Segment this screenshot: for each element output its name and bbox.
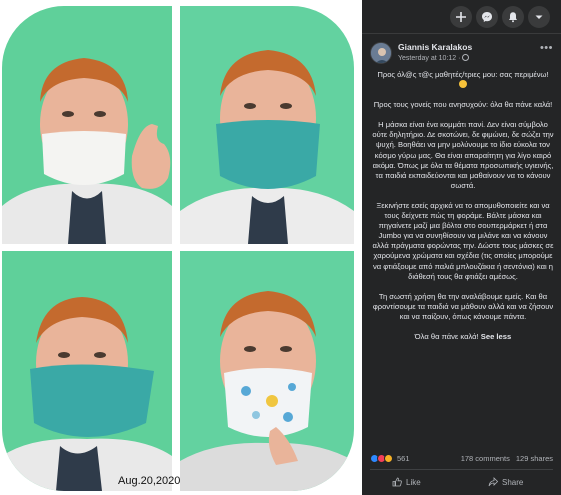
reactions-count[interactable]: 561 <box>397 454 410 463</box>
shares-count[interactable]: 129 shares <box>516 454 553 463</box>
photo-white-mask-thumbs-up[interactable] <box>2 6 172 244</box>
post-paragraph-4: Ξεκινήστε εσείς αρχικά να το απομυθοποιε… <box>372 200 554 281</box>
paragraph-text: Όλα θα πάνε καλά! <box>414 331 479 341</box>
like-button[interactable]: Like <box>392 473 421 491</box>
top-bar <box>362 0 561 34</box>
share-label: Share <box>502 477 524 487</box>
post-stats: 561 178 comments 129 shares <box>370 453 553 465</box>
post-paragraph-2: Προς τους γονείς που ανησυχούν: όλα θα π… <box>373 100 553 110</box>
photo-patterned-mask[interactable] <box>180 251 354 491</box>
post-paragraph-5: Τη σωστή χρήση θα την αναλάβουμε εμείς. … <box>372 291 554 321</box>
post-paragraph-6: Όλα θα πάνε καλά! See less <box>370 332 556 342</box>
share-button[interactable]: Share <box>488 473 523 491</box>
divider <box>370 469 553 470</box>
thumbs-up-icon <box>392 477 402 487</box>
care-reaction-icon[interactable] <box>384 454 393 463</box>
see-less-link[interactable]: See less <box>481 332 511 341</box>
avatar[interactable] <box>370 42 392 64</box>
post-paragraph-1: Προς όλ@ς τ@ς μαθητές/τριες μου: σας περ… <box>370 70 556 90</box>
post-time-text[interactable]: Yesterday at 10:12 · <box>398 55 460 62</box>
post-actions: Like Share <box>370 473 553 491</box>
chevron-down-icon[interactable] <box>528 6 550 28</box>
post-timestamp[interactable]: Yesterday at 10:12 · <box>398 54 470 62</box>
comments-shares: 178 comments 129 shares <box>461 454 553 463</box>
facebook-post-panel: Giannis Karalakos Yesterday at 10:12 · •… <box>362 0 561 495</box>
post-body: Προς όλ@ς τ@ς μαθητές/τριες μου: σας περ… <box>370 70 556 352</box>
photo-collage[interactable]: Aug.20,2020 <box>0 0 362 495</box>
photo-teal-mask-side[interactable] <box>2 251 172 491</box>
post-paragraph-3: Η μάσκα είναι ένα κομμάτι πανί. Δεν είνα… <box>372 120 554 190</box>
paragraph-text: Προς όλ@ς τ@ς μαθητές/τριες μου: σας περ… <box>377 70 549 79</box>
plus-icon[interactable] <box>450 6 472 28</box>
date-stamp: Aug.20,2020 <box>118 475 181 487</box>
photo-teal-mask-front[interactable] <box>180 6 354 244</box>
like-label: Like <box>406 477 421 487</box>
post-author[interactable]: Giannis Karalakos <box>398 42 472 52</box>
comments-count[interactable]: 178 comments <box>461 454 510 463</box>
post-header: Giannis Karalakos Yesterday at 10:12 · •… <box>362 40 561 66</box>
bell-icon[interactable] <box>502 6 524 28</box>
messenger-icon[interactable] <box>476 6 498 28</box>
share-icon <box>488 477 498 487</box>
more-options-icon[interactable]: ••• <box>540 42 553 54</box>
smile-emoji-icon <box>459 80 467 89</box>
globe-icon <box>462 54 470 61</box>
